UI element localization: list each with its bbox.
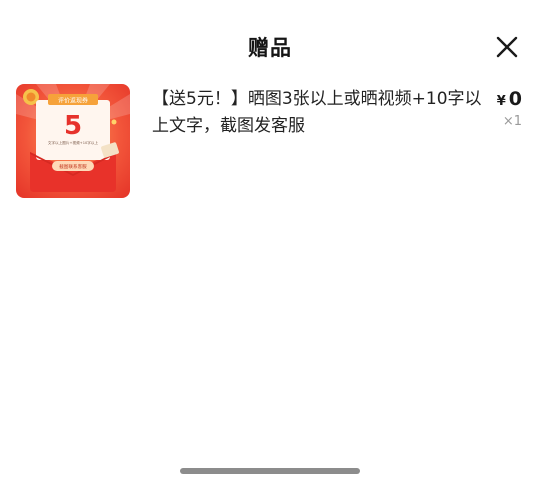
thumb-small-text: 文字以上图片+视频+10字以上: [48, 140, 99, 145]
close-icon[interactable]: [494, 34, 520, 60]
gift-quantity: ×1: [502, 114, 522, 129]
gift-description: 【送5元！】晒图3张以上或晒视频+10字以上文字，截图发客服: [152, 89, 482, 136]
gift-item[interactable]: 评价返现券 5 文字以上图片+视频+10字以上 截图联系客服 【送5元！】晒图3…: [16, 84, 524, 200]
thumb-amount: 5: [64, 111, 82, 141]
currency-symbol: ¥: [496, 94, 506, 109]
gift-thumbnail: 评价返现券 5 文字以上图片+视频+10字以上 截图联系客服: [16, 84, 130, 198]
home-indicator[interactable]: [180, 468, 360, 474]
thumb-button-text: 截图联系客服: [59, 163, 87, 170]
sheet-title: 赠品: [248, 36, 292, 60]
gift-sheet: 赠品 评价返现券 5 文字以上图片+视频+10字以上 截图联系客服 【送5元！】…: [0, 0, 540, 486]
sheet-header: 赠品: [0, 24, 540, 68]
gift-price: ¥0: [497, 88, 522, 110]
price-value: 0: [508, 88, 522, 110]
thumb-badge-text: 评价返现券: [58, 97, 88, 105]
